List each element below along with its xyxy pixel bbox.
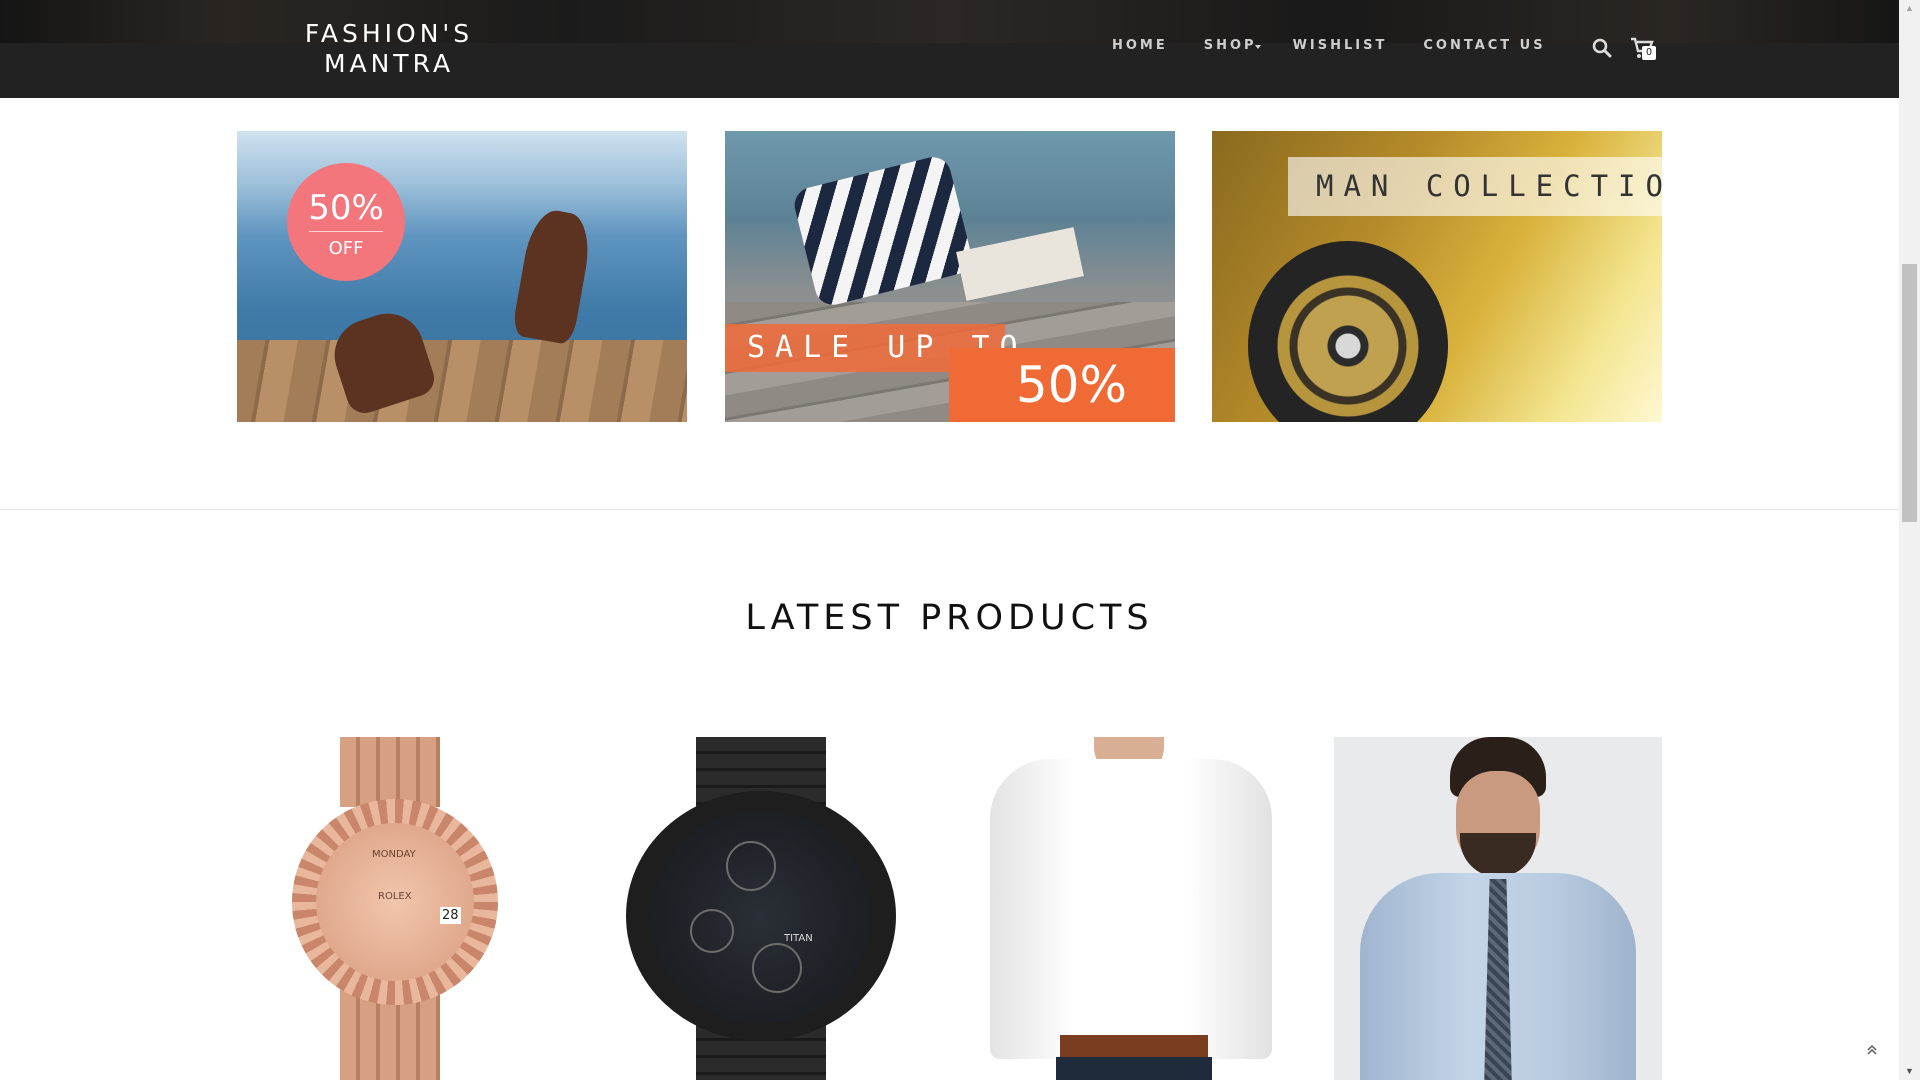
watch-brand-label: TITAN xyxy=(784,933,813,944)
site-header: FASHION'S MANTRA HOME SHOP WISHLIST CONT… xyxy=(0,0,1899,98)
watch-brand-label: ROLEX xyxy=(378,891,412,902)
brand-line-1: FASHION'S xyxy=(304,19,474,48)
discount-off-label: OFF xyxy=(328,238,364,259)
subdial-top xyxy=(726,841,776,891)
banner-sale[interactable]: SALE UP TO 50% xyxy=(725,131,1175,422)
boot-graphic-right xyxy=(511,206,595,346)
main-nav: HOME SHOP WISHLIST CONTACT US xyxy=(1112,38,1582,53)
car-wheel-graphic xyxy=(1248,241,1448,422)
brand-line-2: MANTRA xyxy=(323,49,455,78)
product-card-rose-gold-watch[interactable]: MONDAY ROLEX 28 xyxy=(262,737,590,1080)
handbag-graphic xyxy=(790,153,976,309)
trousers-graphic xyxy=(1056,1057,1212,1080)
book-graphic xyxy=(956,227,1084,301)
search-icon[interactable] xyxy=(1592,38,1612,58)
caret-down-icon xyxy=(1254,44,1261,49)
watch-day-label: MONDAY xyxy=(372,849,416,860)
product-card-white-shirt[interactable] xyxy=(966,737,1294,1080)
nav-contact-us[interactable]: CONTACT US xyxy=(1423,38,1545,53)
page-scrollbar[interactable]: ▲ ▼ xyxy=(1899,0,1920,1080)
product-card-blue-shirt[interactable] xyxy=(1334,737,1662,1080)
section-divider xyxy=(0,509,1899,510)
pier-deck-graphic xyxy=(237,340,687,422)
collection-label: MAN COLLECTION xyxy=(1288,157,1662,216)
watch-strap-top xyxy=(340,737,440,807)
banner-man-collection[interactable]: MAN COLLECTION xyxy=(1212,131,1662,422)
discount-badge: 50% OFF xyxy=(287,163,405,281)
white-shirt-graphic xyxy=(990,759,1272,1059)
watch-dial xyxy=(316,823,474,981)
product-card-black-chronograph[interactable]: TITAN xyxy=(600,737,928,1080)
model-beard xyxy=(1460,833,1536,877)
badge-divider xyxy=(309,231,383,232)
watch-date-window: 28 xyxy=(440,907,461,924)
banner-discount[interactable]: 50% OFF xyxy=(237,131,687,422)
nav-shop-label: SHOP xyxy=(1203,38,1257,53)
subdial-bottom xyxy=(752,943,802,993)
latest-products-title: LATEST PRODUCTS xyxy=(745,598,1154,638)
brand-logo[interactable]: FASHION'S MANTRA xyxy=(300,19,478,79)
sale-percent: 50% xyxy=(949,348,1175,422)
nav-shop[interactable]: SHOP xyxy=(1204,38,1261,53)
nav-wishlist[interactable]: WISHLIST xyxy=(1293,38,1388,53)
chevron-double-up-icon[interactable] xyxy=(1864,1042,1880,1058)
scroll-thumb[interactable] xyxy=(1902,264,1917,522)
subdial-left xyxy=(690,909,734,953)
discount-percent: 50% xyxy=(308,188,384,228)
belt-graphic xyxy=(1060,1035,1208,1057)
nav-home[interactable]: HOME xyxy=(1112,38,1168,53)
cart-count-badge: 0 xyxy=(1642,46,1656,60)
scroll-up-arrow-icon[interactable]: ▲ xyxy=(1899,0,1920,17)
header-background-band xyxy=(0,0,1899,43)
scroll-down-arrow-icon[interactable]: ▼ xyxy=(1899,1063,1920,1080)
